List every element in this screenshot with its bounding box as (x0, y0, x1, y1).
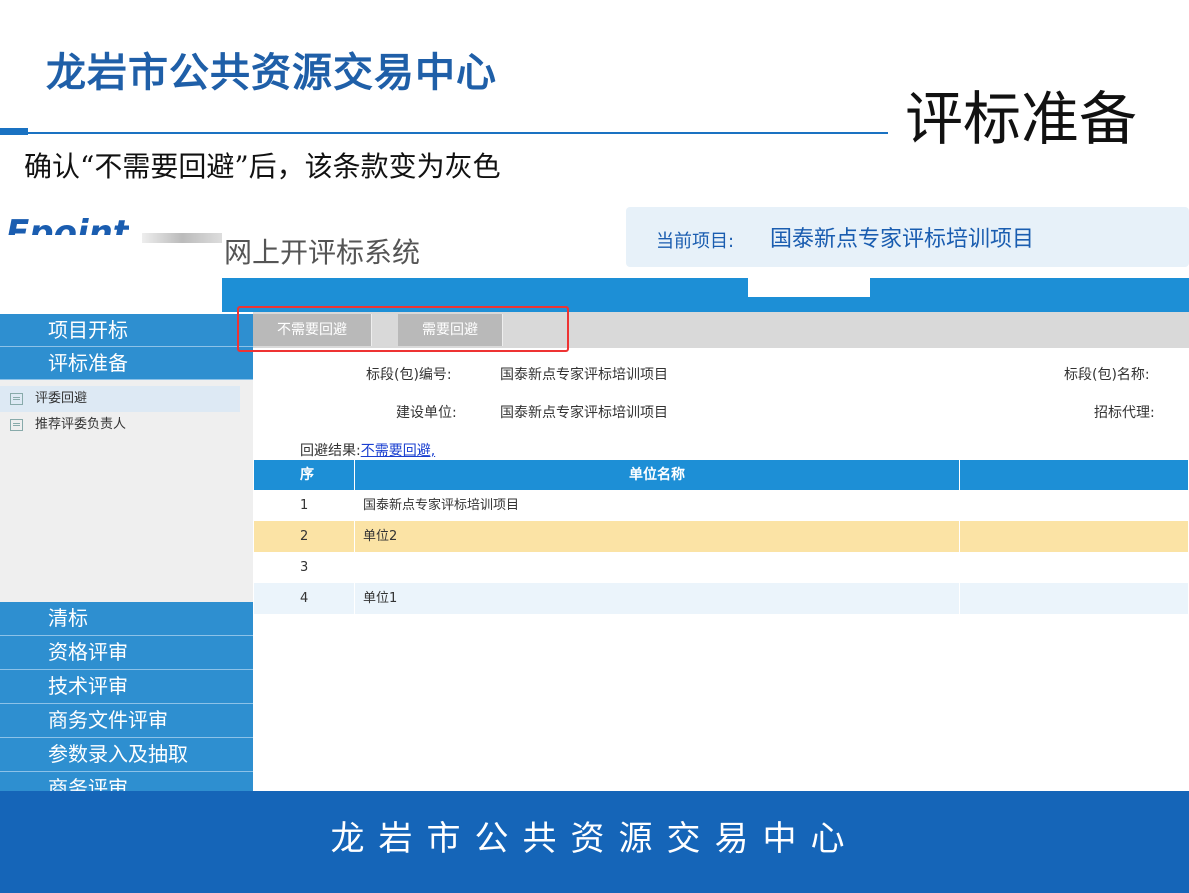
sidebar: 项目开标 评标准备 评委回避 推荐评委负责人 清标 资格评审 技术评审 商务文件… (0, 314, 253, 791)
sidebar-item-clearing[interactable]: 清标 (0, 602, 253, 636)
slide-section-title: 评标准备 (905, 85, 1138, 153)
row-seq: 4 (254, 583, 355, 614)
section-no-label: 标段(包)编号: (366, 367, 452, 383)
redaction-mask (0, 278, 222, 312)
row-seq: 3 (254, 552, 355, 583)
sidebar-item-business-doc[interactable]: 商务文件评审 (0, 704, 253, 738)
agent-label: 招标代理: (1094, 405, 1155, 421)
redaction-mask (484, 439, 568, 461)
sidebar-subitem-avoidance[interactable]: 评委回避 (0, 386, 240, 412)
app-screenshot: Epoint 网上开评标系统 当前项目: 国泰新点专家评标培训项目 项目开标 评… (0, 193, 1189, 791)
section-name-label: 标段(包)名称: (1064, 367, 1150, 383)
sidebar-submenu: 评委回避 推荐评委负责人 (0, 380, 253, 602)
redaction-mask (748, 275, 870, 297)
table-row[interactable]: 3 (254, 552, 1189, 583)
row-extra (960, 521, 1189, 552)
header-seq: 序 (254, 460, 355, 490)
current-project-name: 国泰新点专家评标培训项目 (770, 227, 1035, 252)
current-project-box: 当前项目: 国泰新点专家评标培训项目 (626, 207, 1189, 267)
row-unit: 国泰新点专家评标培训项目 (355, 490, 960, 521)
builder-label: 建设单位: (396, 405, 457, 421)
sidebar-subitem-label: 推荐评委负责人 (35, 417, 127, 432)
epoint-logo: Epoint (6, 213, 130, 235)
sidebar-item-params[interactable]: 参数录入及抽取 (0, 738, 253, 772)
avoid-result-value[interactable]: 不需要回避, (361, 443, 435, 459)
sidebar-item-bid-opening[interactable]: 项目开标 (0, 314, 253, 347)
document-icon (10, 393, 23, 405)
blurred-text (142, 233, 222, 243)
header-extra (960, 460, 1189, 490)
table-row[interactable]: 4 单位1 (254, 583, 1189, 614)
current-project-label: 当前项目: (656, 231, 735, 252)
unit-table: 序 单位名称 1 国泰新点专家评标培训项目 2 单位2 3 4 单位1 (254, 460, 1189, 614)
row-unit: 单位1 (355, 583, 960, 614)
row-seq: 1 (254, 490, 355, 521)
row-seq: 2 (254, 521, 355, 552)
builder-value: 国泰新点专家评标培训项目 (500, 405, 668, 421)
footer-text: 龙岩市公共资源交易中心 (330, 819, 859, 859)
avoid-result-label: 回避结果: (300, 443, 361, 459)
table-row[interactable]: 1 国泰新点专家评标培训项目 (254, 490, 1189, 521)
document-icon (10, 419, 23, 431)
row-extra (960, 583, 1189, 614)
slide-note: 确认“不需要回避”后，该条款变为灰色 (24, 150, 501, 183)
header-unit-name: 单位名称 (355, 460, 960, 490)
system-title: 网上开评标系统 (224, 236, 421, 269)
slide-footer: 龙岩市公共资源交易中心 (0, 791, 1189, 893)
row-unit (355, 552, 960, 583)
table-row[interactable]: 2 单位2 (254, 521, 1189, 552)
row-extra (960, 490, 1189, 521)
sidebar-item-technical[interactable]: 技术评审 (0, 670, 253, 704)
section-no-value: 国泰新点专家评标培训项目 (500, 367, 668, 383)
row-unit: 单位2 (355, 521, 960, 552)
sidebar-bottom-menu: 清标 资格评审 技术评审 商务文件评审 参数录入及抽取 商务评审 (0, 602, 253, 791)
title-rule (28, 132, 888, 134)
avoid-result: 回避结果:不需要回避, (300, 440, 435, 460)
sidebar-subitem-label: 评委回避 (35, 391, 88, 406)
title-rule-accent (0, 128, 28, 135)
sidebar-subitem-recommend-leader[interactable]: 推荐评委负责人 (0, 412, 253, 438)
table-header: 序 单位名称 (254, 460, 1189, 490)
sidebar-item-evaluation-prep[interactable]: 评标准备 (0, 347, 253, 380)
row-extra (960, 552, 1189, 583)
slide-title: 龙岩市公共资源交易中心 (46, 50, 497, 96)
highlight-box (237, 306, 569, 352)
sidebar-item-qualification[interactable]: 资格评审 (0, 636, 253, 670)
sidebar-item-business[interactable]: 商务评审 (0, 772, 253, 791)
